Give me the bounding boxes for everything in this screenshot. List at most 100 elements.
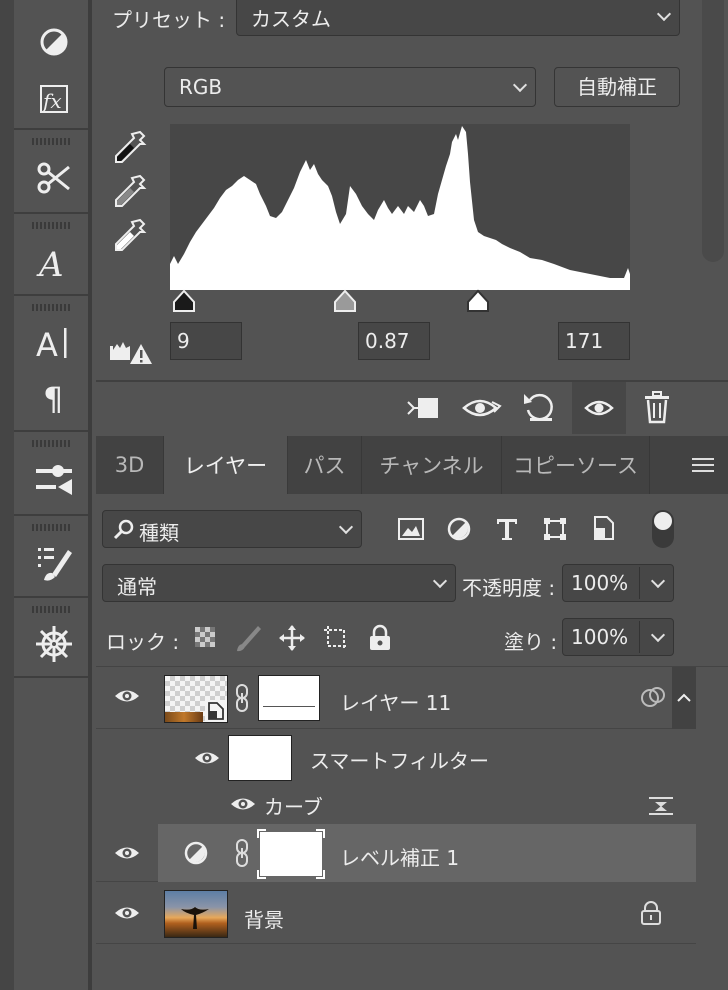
link-icon[interactable] — [234, 838, 250, 872]
black-point-slider[interactable] — [172, 288, 196, 314]
blend-mode-value: 通常 — [117, 575, 157, 599]
character-icon[interactable]: A — [30, 320, 78, 364]
separator — [14, 128, 88, 130]
layer-thumbnail — [164, 675, 228, 723]
preset-value: カスタム — [251, 7, 331, 31]
opacity-field[interactable]: 100% — [562, 564, 674, 602]
filter-mask-thumbnail — [258, 675, 320, 721]
white-eyedropper-icon[interactable] — [110, 214, 150, 254]
layer-name: スマートフィルター — [310, 749, 489, 773]
smart-filter-indicator-icon — [640, 685, 666, 713]
divider — [639, 621, 640, 653]
layer-row[interactable]: レイヤー 11 — [96, 667, 696, 729]
tab-3d[interactable]: 3D — [96, 436, 164, 494]
glyph-icon[interactable]: A — [30, 240, 78, 284]
tab-clone-source[interactable]: コピーソース — [502, 436, 650, 494]
filter-toggle[interactable] — [652, 510, 674, 548]
tab-channels[interactable]: チャンネル — [362, 436, 502, 494]
trash-icon[interactable] — [642, 390, 672, 424]
lock-position-icon[interactable] — [278, 624, 306, 656]
shape-filter-icon[interactable] — [542, 516, 568, 546]
channel-dropdown[interactable]: RGB — [164, 67, 536, 107]
fill-field[interactable]: 100% — [562, 618, 674, 656]
fill-value: 100% — [571, 625, 629, 649]
reset-icon[interactable] — [522, 390, 558, 424]
lock-artboard-icon[interactable] — [322, 624, 350, 656]
type-filter-icon[interactable] — [494, 516, 520, 546]
input-white-field[interactable]: 171 — [558, 322, 630, 360]
clipping-warning-icon[interactable] — [108, 336, 154, 368]
tab-layers[interactable]: レイヤー — [164, 436, 288, 494]
panel-grip — [32, 606, 72, 613]
fx-icon[interactable]: fx — [30, 76, 78, 120]
eye-icon[interactable] — [230, 795, 256, 813]
lock-pixels-icon[interactable] — [236, 622, 262, 656]
input-black-field[interactable]: 9 — [170, 322, 242, 360]
paragraph-icon[interactable]: ¶ — [30, 376, 78, 420]
gamma-slider[interactable] — [333, 288, 357, 314]
separator — [14, 514, 88, 516]
clip-to-layer-icon[interactable] — [404, 392, 444, 424]
eye-icon[interactable] — [114, 687, 140, 705]
tool-strip: fx A A ¶ — [0, 0, 92, 990]
layer-name: カーブ — [264, 795, 323, 819]
lock-label: ロック : — [106, 630, 180, 654]
layers-tab-bar: 3D レイヤー パス チャンネル コピーソース — [96, 436, 728, 494]
adjustment-filter-icon[interactable] — [446, 516, 472, 546]
lock-transparency-icon[interactable] — [194, 626, 216, 652]
pixel-filter-icon[interactable] — [398, 518, 424, 544]
fill-label: 塗り : — [504, 630, 558, 654]
filter-row[interactable]: カーブ — [96, 787, 696, 823]
brush-settings-icon[interactable] — [30, 540, 78, 584]
layer-row[interactable]: レベル補正 1 — [96, 824, 696, 882]
gray-eyedropper-icon[interactable] — [110, 170, 150, 210]
chevron-down-icon — [338, 519, 354, 535]
smart-filter-row[interactable]: スマートフィルター — [96, 729, 696, 787]
svg-text:A: A — [36, 245, 64, 282]
separator — [14, 676, 88, 678]
separator — [14, 294, 88, 296]
properties-icon[interactable] — [30, 458, 78, 502]
eye-icon[interactable] — [114, 904, 140, 922]
tab-label: パス — [303, 454, 346, 478]
tab-label: チャンネル — [379, 454, 484, 478]
auto-button[interactable]: 自動補正 — [554, 67, 680, 107]
eye-icon[interactable] — [114, 844, 140, 862]
chevron-down-icon — [512, 77, 528, 93]
eye-icon[interactable] — [194, 749, 220, 767]
chevron-down-icon — [656, 6, 672, 22]
divider — [639, 567, 640, 599]
scrollbar-thumb[interactable] — [702, 0, 724, 262]
smart-object-badge-icon — [205, 700, 227, 722]
opacity-label: 不透明度 : — [462, 576, 556, 600]
histogram — [170, 124, 630, 290]
smart-object-filter-icon[interactable] — [592, 514, 616, 546]
tab-paths[interactable]: パス — [288, 436, 362, 494]
tools-icon[interactable] — [30, 156, 78, 200]
wheel-icon[interactable] — [30, 622, 78, 666]
adjustment-layer-icon — [184, 841, 208, 869]
input-gamma-field[interactable]: 0.87 — [358, 322, 430, 360]
filter-blending-options-icon[interactable] — [648, 795, 674, 821]
collapse-button[interactable] — [672, 667, 696, 729]
separator — [14, 596, 88, 598]
white-point-slider[interactable] — [466, 288, 490, 314]
layer-row[interactable]: 背景 — [96, 882, 696, 944]
panel-menu-icon[interactable] — [692, 456, 714, 474]
blend-mode-dropdown[interactable]: 通常 — [102, 564, 456, 602]
lock-icon — [640, 900, 662, 930]
lock-all-icon[interactable] — [368, 624, 392, 656]
input-black-value: 9 — [177, 329, 190, 353]
adjust-icon[interactable] — [30, 20, 78, 64]
visibility-toggle-button[interactable] — [572, 382, 626, 434]
layer-mask-thumbnail[interactable] — [256, 828, 326, 880]
layer-filter-dropdown[interactable]: 種類 — [102, 510, 362, 548]
search-icon — [113, 519, 135, 545]
view-previous-state-icon[interactable] — [462, 392, 502, 424]
link-icon[interactable] — [234, 683, 250, 717]
preset-dropdown[interactable]: カスタム — [236, 0, 680, 36]
black-eyedropper-icon[interactable] — [110, 126, 150, 166]
chevron-down-icon — [650, 627, 666, 643]
panel-grip — [32, 138, 72, 145]
separator — [14, 430, 88, 432]
